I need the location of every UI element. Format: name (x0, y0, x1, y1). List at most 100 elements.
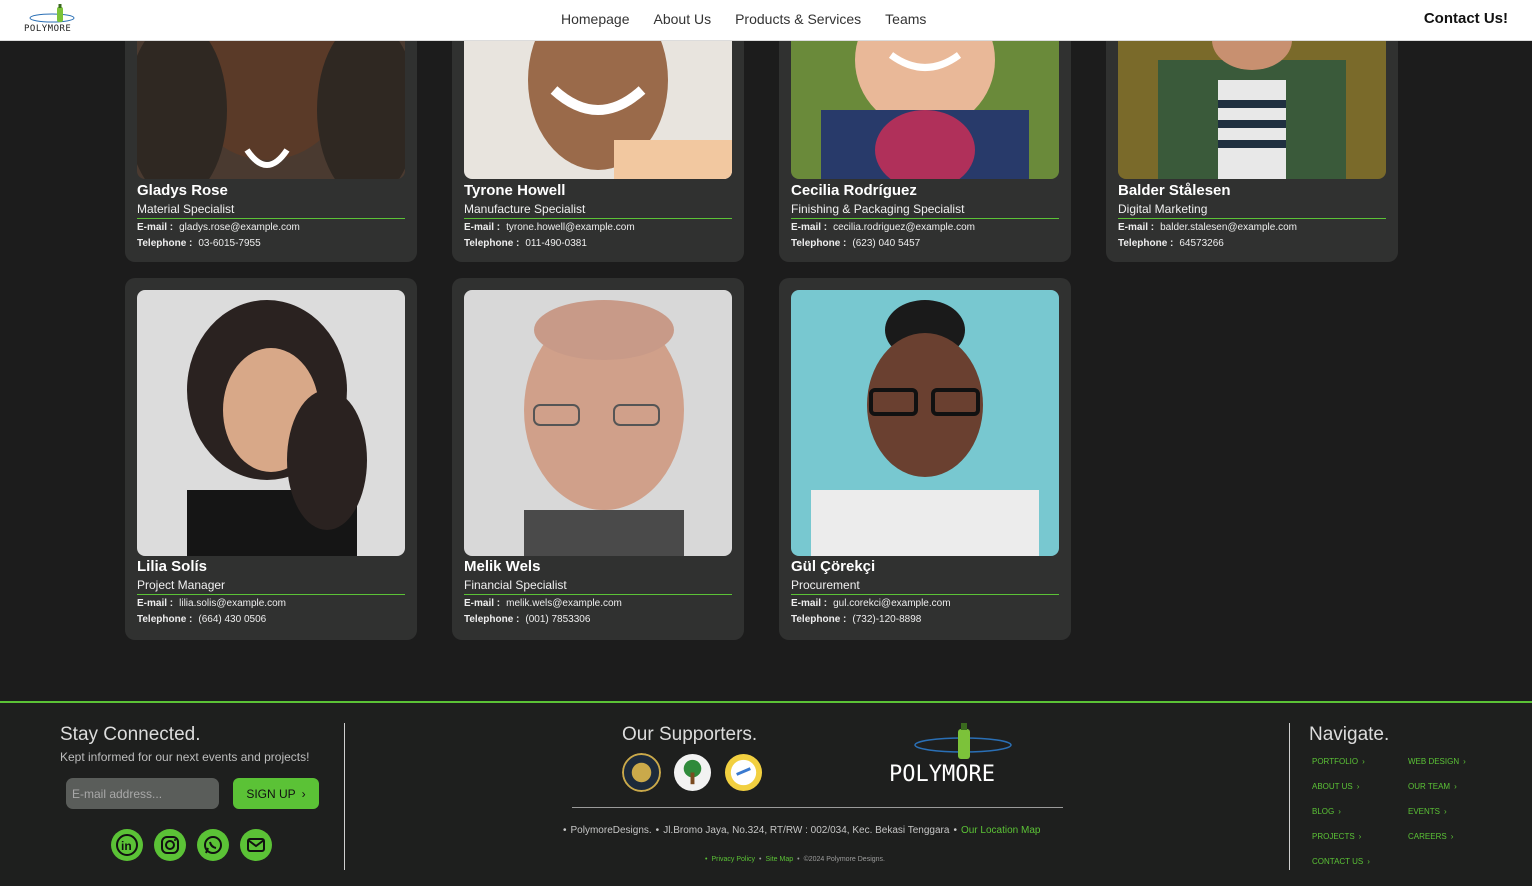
member-photo (464, 20, 732, 179)
divider (572, 807, 1063, 808)
member-telephone-row: Telephone : (623) 040 5457 (791, 238, 921, 249)
member-telephone: (623) 040 5457 (852, 238, 921, 249)
member-email-row: E-mail : tyrone.howell@example.com (464, 222, 635, 233)
member-name: Tyrone Howell (464, 182, 566, 199)
member-role: Financial Specialist (464, 578, 732, 595)
member-photo (791, 290, 1059, 556)
footer: Stay Connected. Kept informed for our ne… (0, 701, 1532, 886)
chevron-right-icon: › (1444, 806, 1447, 816)
footer-link-blog[interactable]: BLOG › (1312, 804, 1408, 818)
polymore-footer-logo: POLYMORE (889, 723, 1012, 785)
signup-button[interactable]: SIGN UP › (233, 778, 319, 809)
footer-link-projects[interactable]: PROJECTS › (1312, 829, 1408, 843)
footer-link-contact-us[interactable]: CONTACT US › (1312, 854, 1408, 868)
location-map-link[interactable]: Our Location Map (961, 825, 1041, 836)
chevron-right-icon: › (1358, 831, 1362, 841)
supporter-seal-3 (724, 753, 763, 792)
team-card: Melik Wels Financial Specialist E-mail :… (452, 278, 744, 640)
team-card: Lilia Solís Project Manager E-mail : lili… (125, 278, 417, 640)
footer-navigation: PORTFOLIO › WEB DESIGN › ABOUT US › OUR TEA… (1312, 754, 1504, 868)
member-info: Balder Stålesen Digital Marketing E-mail… (1118, 182, 1386, 251)
member-telephone-row: Telephone : (664) 430 0506 (137, 614, 267, 625)
member-telephone-row: Telephone :64573266 (1118, 238, 1224, 249)
linkedin-icon[interactable]: in (111, 829, 143, 861)
member-photo (464, 290, 732, 556)
chevron-right-icon: › (1356, 781, 1360, 791)
chevron-right-icon: › (1367, 856, 1370, 866)
member-telephone: (664) 430 0506 (198, 614, 267, 625)
member-email[interactable]: gladys.rose@example.com (179, 222, 300, 233)
supporters-logos (622, 753, 763, 792)
member-telephone: (001) 7853306 (525, 614, 591, 625)
chevron-right-icon: › (1463, 756, 1466, 766)
team-card: Cecilia Rodríguez Finishing & Packaging … (779, 20, 1071, 262)
team-card: Tyrone Howell Manufacture Specialist E-m… (452, 20, 744, 262)
member-info: Cecilia Rodríguez Finishing & Packaging … (791, 182, 1059, 251)
member-name: Lilia Solís (137, 558, 208, 575)
member-photo (791, 20, 1059, 179)
newsletter-email-input[interactable] (66, 778, 219, 809)
address-text: Jl.Bromo Jaya, No.324, RT/RW : 002/034, … (663, 825, 950, 836)
footer-link-portfolio[interactable]: PORTFOLIO › (1312, 754, 1408, 768)
stay-connected-subtitle: Kept informed for our next events and pr… (60, 750, 310, 764)
member-telephone-row: Telephone : (001) 7853306 (464, 614, 591, 625)
member-info: Melik Wels Financial Specialist E-mail :… (464, 558, 732, 627)
member-name: Cecilia Rodríguez (791, 182, 917, 199)
member-name: Melik Wels (464, 558, 541, 575)
top-navbar: POLYMORE Homepage About Us Products & Se… (0, 0, 1532, 41)
footer-link-our-team[interactable]: OUR TEAM › (1408, 779, 1504, 793)
nav-teams[interactable]: Teams (885, 11, 926, 27)
member-telephone-row: Telephone :011-490-0381 (464, 238, 587, 249)
nav-links: Homepage About Us Products & Services Te… (561, 11, 926, 27)
social-links: in (111, 829, 272, 861)
nav-about-us[interactable]: About Us (654, 11, 712, 27)
member-telephone: (732)-120-8898 (852, 614, 922, 625)
member-email[interactable]: cecilia.rodriguez@example.com (833, 222, 975, 233)
member-email[interactable]: melik.wels@example.com (506, 598, 622, 609)
member-name: Gül Çörekçi (791, 558, 876, 575)
supporter-seal-2 (673, 753, 712, 792)
mail-icon[interactable] (240, 829, 272, 861)
company-name: PolymoreDesigns. (570, 825, 652, 836)
footer-link-web-design[interactable]: WEB DESIGN › (1408, 754, 1504, 768)
member-photo (137, 290, 405, 556)
chevron-right-icon: › (1338, 806, 1341, 816)
member-info: Gladys Rose Material Specialist E-mail :… (137, 182, 405, 251)
member-name: Gladys Rose (137, 182, 228, 199)
footer-link-careers[interactable]: CAREERS › (1408, 829, 1504, 843)
divider (1289, 723, 1290, 870)
member-email[interactable]: gul.corekci@example.com (833, 598, 950, 609)
member-telephone: 64573266 (1179, 238, 1224, 249)
member-role: Material Specialist (137, 202, 405, 219)
member-email[interactable]: lilia.solis@example.com (179, 598, 286, 609)
member-role: Digital Marketing (1118, 202, 1386, 219)
member-email-row: E-mail : cecilia.rodriguez@example.com (791, 222, 975, 233)
member-role: Manufacture Specialist (464, 202, 732, 219)
instagram-icon[interactable] (154, 829, 186, 861)
contact-us-link[interactable]: Contact Us! (1424, 10, 1508, 27)
team-card: Gladys Rose Material Specialist E-mail :… (125, 20, 417, 262)
member-photo (137, 20, 405, 179)
nav-products-services[interactable]: Products & Services (735, 11, 861, 27)
company-address: • PolymoreDesigns. • Jl.Bromo Jaya, No.3… (563, 825, 1041, 836)
chevron-right-icon: › (301, 786, 306, 801)
member-email[interactable]: balder.stalesen@example.com (1160, 222, 1297, 233)
privacy-policy-link[interactable]: Privacy Policy (711, 856, 755, 863)
member-email-row: E-mail : gladys.rose@example.com (137, 222, 300, 233)
footer-link-about-us[interactable]: ABOUT US › (1312, 779, 1408, 793)
logo-text: POLYMORE (24, 24, 72, 34)
site-map-link[interactable]: Site Map (765, 856, 793, 863)
member-telephone-row: Telephone :03-6015-7955 (137, 238, 261, 249)
chevron-right-icon: › (1454, 781, 1457, 791)
footer-link-events[interactable]: EVENTS › (1408, 804, 1504, 818)
member-email-row: E-mail : balder.stalesen@example.com (1118, 222, 1298, 233)
member-info: Lilia Solís Project Manager E-mail : lili… (137, 558, 405, 627)
nav-homepage[interactable]: Homepage (561, 11, 630, 27)
whatsapp-icon[interactable] (197, 829, 229, 861)
supporters-title: Our Supporters. (622, 724, 758, 745)
member-email-row: E-mail : lilia.solis@example.com (137, 598, 286, 609)
member-email-row: E-mail : melik.wels@example.com (464, 598, 622, 609)
team-card: Gül Çörekçi Procurement E-mail : gul.core… (779, 278, 1071, 640)
member-email[interactable]: tyrone.howell@example.com (506, 222, 635, 233)
member-telephone-row: Telephone : (732)-120-8898 (791, 614, 922, 625)
